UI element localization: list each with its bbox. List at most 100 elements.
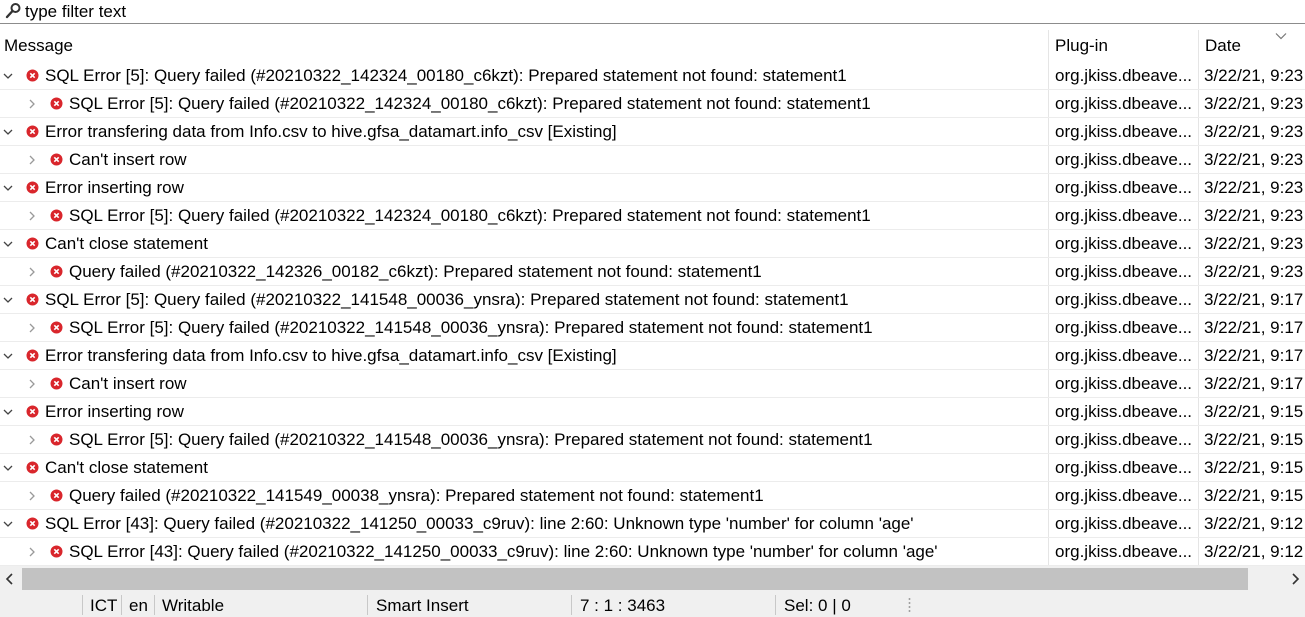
chevron-down-icon[interactable] [3, 519, 13, 529]
chevron-right-icon[interactable] [27, 491, 37, 501]
date-cell: 3/22/21, 9:17 [1204, 374, 1304, 393]
chevron-down-icon[interactable] [3, 351, 13, 361]
status-timezone: ICT [90, 596, 118, 615]
plugin-cell: org.jkiss.dbeave... [1049, 314, 1199, 341]
log-row[interactable]: Query failed (#20210322_141549_00038_yns… [0, 482, 1305, 510]
message-cell: SQL Error [5]: Query failed (#20210322_1… [0, 62, 1049, 89]
date-cell: 3/22/21, 9:12 [1204, 542, 1304, 561]
log-row[interactable]: Can't insert row org.jkiss.dbeave... 3/22/… [0, 146, 1305, 174]
message-text: SQL Error [5]: Query failed (#20210322_1… [69, 318, 873, 337]
plugin-cell: org.jkiss.dbeave... [1049, 482, 1199, 509]
log-table-body: SQL Error [5]: Query failed (#20210322_1… [0, 62, 1305, 566]
filter-input[interactable] [25, 1, 1295, 22]
log-row[interactable]: Can't close statement org.jkiss.dbeave...… [0, 454, 1305, 482]
date-cell: 3/22/21, 9:17 [1204, 318, 1304, 337]
message-cell: Can't close statement [0, 454, 1049, 481]
column-header-plugin-label: Plug-in [1055, 36, 1108, 55]
plugin-cell: org.jkiss.dbeave... [1049, 62, 1199, 89]
log-row[interactable]: SQL Error [5]: Query failed (#20210322_1… [0, 90, 1305, 118]
plugin-cell: org.jkiss.dbeave... [1049, 258, 1199, 285]
message-text: Can't close statement [45, 234, 208, 253]
chevron-right-icon[interactable] [27, 99, 37, 109]
log-row[interactable]: SQL Error [5]: Query failed (#20210322_1… [0, 62, 1305, 90]
error-icon [26, 125, 39, 138]
error-icon [26, 517, 39, 530]
column-header-plugin[interactable]: Plug-in [1049, 30, 1199, 62]
log-row[interactable]: SQL Error [5]: Query failed (#20210322_1… [0, 314, 1305, 342]
error-icon [26, 405, 39, 418]
message-cell: SQL Error [5]: Query failed (#20210322_1… [0, 426, 1049, 453]
error-icon [50, 377, 63, 390]
scroll-left-arrow-icon[interactable] [4, 573, 16, 585]
message-text: SQL Error [5]: Query failed (#20210322_1… [45, 66, 847, 85]
date-cell: 3/22/21, 9:15 [1204, 486, 1304, 505]
log-row[interactable]: SQL Error [43]: Query failed (#20210322_… [0, 510, 1305, 538]
message-text: SQL Error [43]: Query failed (#20210322_… [45, 514, 914, 533]
chevron-down-icon[interactable] [3, 183, 13, 193]
log-row[interactable]: SQL Error [43]: Query failed (#20210322_… [0, 538, 1305, 566]
error-icon [50, 97, 63, 110]
error-icon [50, 265, 63, 278]
chevron-down-icon[interactable] [3, 463, 13, 473]
message-text: Error inserting row [45, 178, 184, 197]
log-row[interactable]: SQL Error [5]: Query failed (#20210322_1… [0, 426, 1305, 454]
log-row[interactable]: Error transfering data from Info.csv to … [0, 342, 1305, 370]
chevron-right-icon[interactable] [27, 267, 37, 277]
scroll-right-arrow-icon[interactable] [1289, 573, 1301, 585]
error-icon [50, 433, 63, 446]
chevron-right-icon[interactable] [27, 155, 37, 165]
message-cell: Error inserting row [0, 174, 1049, 201]
chevron-down-icon[interactable] [3, 295, 13, 305]
column-header-date[interactable]: Date [1199, 30, 1305, 62]
error-icon [26, 237, 39, 250]
chevron-right-icon[interactable] [27, 379, 37, 389]
log-row[interactable]: Error inserting row org.jkiss.dbeave... 3/… [0, 398, 1305, 426]
scrollbar-thumb[interactable] [22, 568, 1248, 590]
message-text: Query failed (#20210322_142326_00182_c6k… [69, 262, 762, 281]
date-cell: 3/22/21, 9:23 [1204, 262, 1304, 281]
column-header-message[interactable]: Message [0, 30, 1049, 62]
date-cell: 3/22/21, 9:12 [1204, 514, 1304, 533]
error-icon [50, 489, 63, 502]
log-row[interactable]: Can't close statement org.jkiss.dbeave...… [0, 230, 1305, 258]
chevron-down-icon[interactable] [3, 71, 13, 81]
log-row[interactable]: Query failed (#20210322_142326_00182_c6k… [0, 258, 1305, 286]
message-cell: SQL Error [5]: Query failed (#20210322_1… [0, 202, 1049, 229]
log-row[interactable]: Error transfering data from Info.csv to … [0, 118, 1305, 146]
status-separator [121, 595, 122, 615]
status-selection: Sel: 0 | 0 [784, 596, 851, 615]
status-insert-mode[interactable]: Smart Insert [376, 592, 469, 617]
message-cell: SQL Error [5]: Query failed (#20210322_1… [0, 314, 1049, 341]
log-row[interactable]: SQL Error [5]: Query failed (#20210322_1… [0, 202, 1305, 230]
search-icon [5, 3, 21, 19]
chevron-right-icon[interactable] [27, 211, 37, 221]
date-cell: 3/22/21, 9:17 [1204, 346, 1304, 365]
date-cell: 3/22/21, 9:17 [1204, 290, 1304, 309]
plugin-cell: org.jkiss.dbeave... [1049, 286, 1199, 313]
message-text: SQL Error [43]: Query failed (#20210322_… [69, 542, 938, 561]
chevron-down-icon[interactable] [3, 127, 13, 137]
error-icon [50, 209, 63, 222]
date-cell: 3/22/21, 9:23 [1204, 234, 1304, 253]
chevron-right-icon[interactable] [27, 323, 37, 333]
plugin-cell: org.jkiss.dbeave... [1049, 454, 1199, 481]
chevron-down-icon[interactable] [3, 407, 13, 417]
table-header: Message Plug-in Date [0, 30, 1305, 62]
chevron-down-icon[interactable] [3, 239, 13, 249]
status-separator [82, 595, 83, 615]
chevron-right-icon[interactable] [27, 547, 37, 557]
log-row[interactable]: SQL Error [5]: Query failed (#20210322_1… [0, 286, 1305, 314]
chevron-right-icon[interactable] [27, 435, 37, 445]
message-text: SQL Error [5]: Query failed (#20210322_1… [69, 94, 871, 113]
error-icon [50, 153, 63, 166]
status-separator [367, 595, 368, 615]
column-header-message-label: Message [4, 36, 73, 55]
message-cell: Error inserting row [0, 398, 1049, 425]
log-row[interactable]: Error inserting row org.jkiss.dbeave... 3/… [0, 174, 1305, 202]
plugin-cell: org.jkiss.dbeave... [1049, 174, 1199, 201]
horizontal-scrollbar[interactable] [0, 566, 1305, 592]
log-row[interactable]: Can't insert row org.jkiss.dbeave... 3/22/… [0, 370, 1305, 398]
status-separator [775, 595, 776, 615]
message-text: Error transfering data from Info.csv to … [45, 122, 617, 141]
plugin-cell: org.jkiss.dbeave... [1049, 342, 1199, 369]
